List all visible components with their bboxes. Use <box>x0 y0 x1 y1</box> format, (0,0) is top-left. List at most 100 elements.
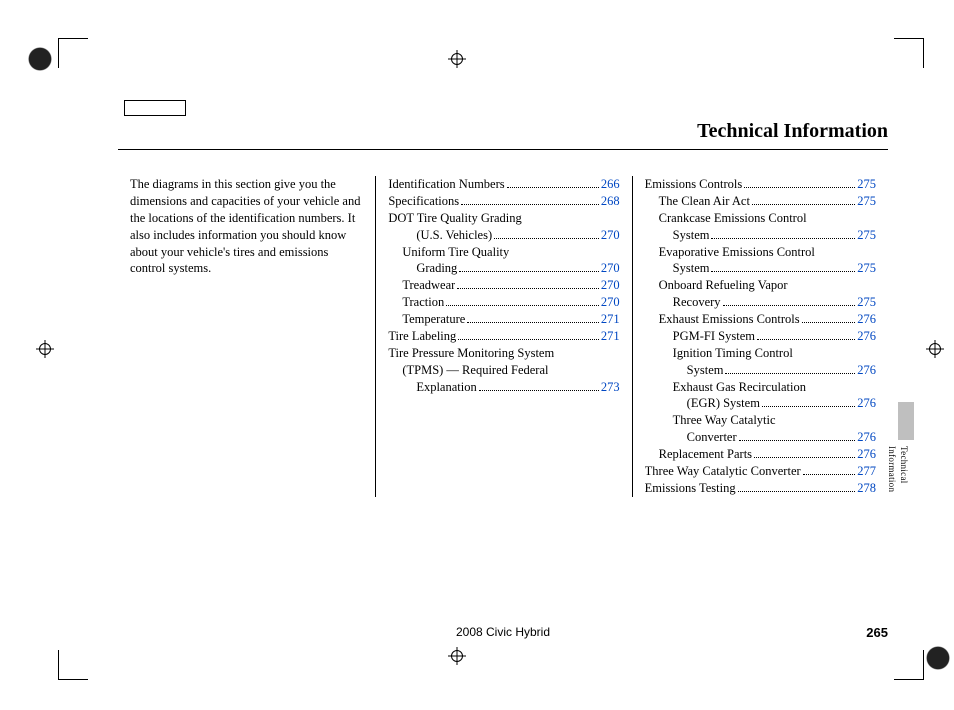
toc-label: Explanation <box>388 379 476 396</box>
crop-mark-icon <box>58 650 88 680</box>
toc-entry[interactable]: System 276 <box>645 362 876 379</box>
toc-entry: Ignition Timing Control <box>645 345 876 362</box>
section-tab-label: Technical Information <box>886 446 910 497</box>
toc-label: Treadwear <box>388 277 455 294</box>
toc-page-number[interactable]: 276 <box>857 362 876 379</box>
toc-column-2: Technical Information Emissions Controls… <box>632 176 888 497</box>
toc-leader-dots <box>467 322 599 323</box>
toc-label: Emissions Testing <box>645 480 736 497</box>
toc-label: Grading <box>388 260 457 277</box>
toc-entry[interactable]: Identification Numbers266 <box>388 176 619 193</box>
toc-entry[interactable]: Grading 270 <box>388 260 619 277</box>
toc-entry[interactable]: Explanation 273 <box>388 379 619 396</box>
toc-leader-dots <box>711 271 855 272</box>
toc-entry: (TPMS) — Required Federal <box>388 362 619 379</box>
intro-column: The diagrams in this section give you th… <box>118 176 375 497</box>
toc-label: Temperature <box>388 311 465 328</box>
toc-leader-dots <box>723 305 856 306</box>
toc-label: (U.S. Vehicles) <box>388 227 492 244</box>
footer-page-number: 265 <box>866 625 888 640</box>
toc-entry[interactable]: PGM-FI System 276 <box>645 328 876 345</box>
toc-page-number[interactable]: 276 <box>857 328 876 345</box>
toc-entry[interactable]: Emissions Testing 278 <box>645 480 876 497</box>
toc-entry[interactable]: Treadwear 270 <box>388 277 619 294</box>
toc-label: System <box>645 227 710 244</box>
toc-label: Replacement Parts <box>645 446 752 463</box>
toc-entry[interactable]: Temperature 271 <box>388 311 619 328</box>
toc-leader-dots <box>458 339 599 340</box>
toc-label: Evaporative Emissions Control <box>645 244 815 261</box>
toc-label: Uniform Tire Quality <box>388 244 509 261</box>
toc-label: System <box>645 260 710 277</box>
intro-text: The diagrams in this section give you th… <box>130 176 361 277</box>
toc-entry[interactable]: Exhaust Emissions Controls276 <box>645 311 876 328</box>
toc-page-number[interactable]: 268 <box>601 193 620 210</box>
toc-page-number[interactable]: 276 <box>857 311 876 328</box>
toc-page-number[interactable]: 270 <box>601 227 620 244</box>
toc-entry[interactable]: System 275 <box>645 260 876 277</box>
registration-mark-icon <box>26 45 54 73</box>
page-content: Technical Information The diagrams in th… <box>118 120 888 497</box>
toc-leader-dots <box>752 204 855 205</box>
toc-entry[interactable]: Three Way Catalytic Converter277 <box>645 463 876 480</box>
toc-page-number[interactable]: 271 <box>601 328 620 345</box>
toc-leader-dots <box>739 440 856 441</box>
toc-page-number[interactable]: 276 <box>857 446 876 463</box>
registration-cross-icon <box>926 340 944 358</box>
toc-entry[interactable]: Emissions Controls 275 <box>645 176 876 193</box>
toc-label: Crankcase Emissions Control <box>645 210 807 227</box>
toc-page-number[interactable]: 275 <box>857 260 876 277</box>
toc-leader-dots <box>446 305 599 306</box>
toc-entry[interactable]: Converter276 <box>645 429 876 446</box>
toc-entry: Tire Pressure Monitoring System <box>388 345 619 362</box>
toc-page-number[interactable]: 275 <box>857 227 876 244</box>
toc-page-number[interactable]: 270 <box>601 294 620 311</box>
toc-page-number[interactable]: 276 <box>857 429 876 446</box>
toc-page-number[interactable]: 270 <box>601 260 620 277</box>
page-footer: 2008 Civic Hybrid 265 <box>118 625 888 640</box>
toc-page-number[interactable]: 275 <box>857 294 876 311</box>
toc-page-number[interactable]: 266 <box>601 176 620 193</box>
toc-page-number[interactable]: 277 <box>857 463 876 480</box>
toc-page-number[interactable]: 278 <box>857 480 876 497</box>
toc-leader-dots <box>738 491 856 492</box>
toc-entry: Uniform Tire Quality <box>388 244 619 261</box>
toc-page-number[interactable]: 273 <box>601 379 620 396</box>
toc-label: Tire Pressure Monitoring System <box>388 345 554 362</box>
toc-page-number[interactable]: 275 <box>857 193 876 210</box>
toc-label: PGM-FI System <box>645 328 755 345</box>
toc-entry[interactable]: Replacement Parts 276 <box>645 446 876 463</box>
toc-entry[interactable]: Tire Labeling271 <box>388 328 619 345</box>
toc-entry[interactable]: Specifications268 <box>388 193 619 210</box>
toc-entry: Onboard Refueling Vapor <box>645 277 876 294</box>
toc-leader-dots <box>459 271 599 272</box>
toc-page-number[interactable]: 275 <box>857 176 876 193</box>
toc-leader-dots <box>494 238 599 239</box>
section-tab <box>898 402 914 440</box>
crop-mark-icon <box>894 650 924 680</box>
registration-cross-icon <box>36 340 54 358</box>
toc-page-number[interactable]: 270 <box>601 277 620 294</box>
toc-label: Ignition Timing Control <box>645 345 793 362</box>
toc-page-number[interactable]: 276 <box>857 395 876 412</box>
toc-page-number[interactable]: 271 <box>601 311 620 328</box>
toc-label: (TPMS) — Required Federal <box>388 362 548 379</box>
toc-leader-dots <box>711 238 855 239</box>
toc-entry[interactable]: Recovery 275 <box>645 294 876 311</box>
toc-entry[interactable]: The Clean Air Act275 <box>645 193 876 210</box>
toc-label: Emissions Controls <box>645 176 743 193</box>
toc-entry[interactable]: (EGR) System 276 <box>645 395 876 412</box>
registration-cross-icon <box>448 647 466 665</box>
toc-entry: Evaporative Emissions Control <box>645 244 876 261</box>
toc-entry[interactable]: System 275 <box>645 227 876 244</box>
toc-label: System <box>645 362 724 379</box>
toc-leader-dots <box>479 390 599 391</box>
toc-column-1: Identification Numbers266Specifications2… <box>375 176 631 497</box>
toc-leader-dots <box>744 187 855 188</box>
crop-mark-icon <box>58 38 88 68</box>
toc-entry[interactable]: (U.S. Vehicles) 270 <box>388 227 619 244</box>
toc-label: Recovery <box>645 294 721 311</box>
toc-entry: DOT Tire Quality Grading <box>388 210 619 227</box>
toc-entry[interactable]: Traction270 <box>388 294 619 311</box>
toc-label: (EGR) System <box>645 395 760 412</box>
